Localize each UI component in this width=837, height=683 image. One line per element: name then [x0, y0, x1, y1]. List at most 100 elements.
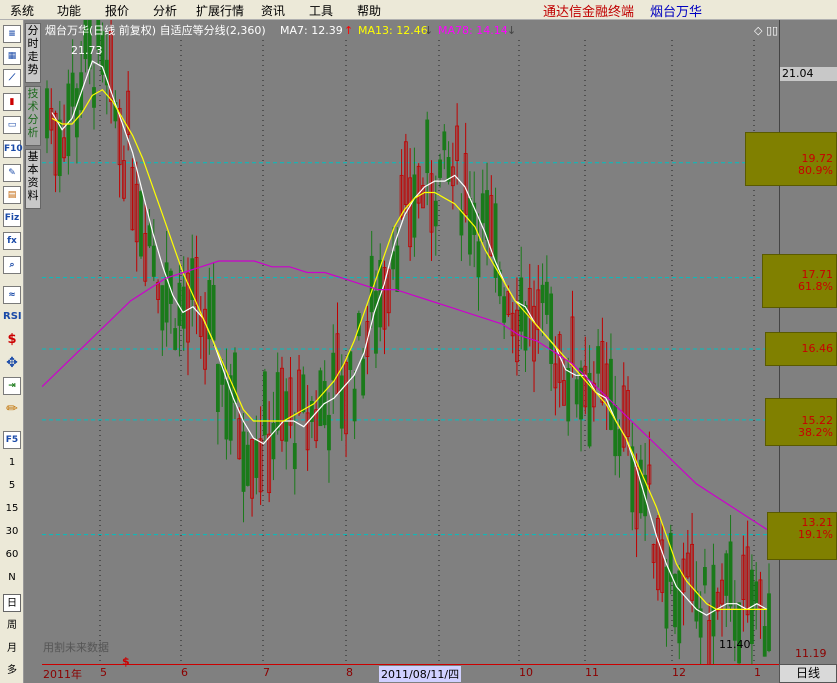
candle-body: [754, 581, 759, 604]
fib-box-38: 15.22 38.2%: [765, 398, 837, 446]
menu-help[interactable]: 帮助: [357, 2, 381, 19]
fib-pct-61: 61.8%: [798, 280, 833, 293]
period-15-button[interactable]: 15: [3, 500, 21, 518]
candle-body: [485, 190, 489, 241]
candle-body: [160, 285, 165, 331]
date-label-11: 11: [585, 666, 599, 679]
candle-body: [331, 352, 336, 381]
tab-technical[interactable]: 技术分析: [25, 86, 41, 146]
candle-body: [566, 368, 571, 422]
date-cursor-label: 2011/08/11/四: [379, 666, 462, 682]
menu-quote[interactable]: 报价: [105, 2, 129, 19]
period-week-button[interactable]: 周: [3, 617, 21, 635]
move-icon[interactable]: ✥: [3, 354, 21, 372]
candle-icon[interactable]: ▮: [3, 93, 21, 111]
zoom-icon[interactable]: ⌕: [3, 256, 21, 274]
ma13-label: MA13: 12.46: [358, 24, 428, 37]
candle-body: [544, 281, 549, 315]
candle-body: [70, 72, 75, 107]
menu-analysis[interactable]: 分析: [153, 2, 177, 19]
date-label-7: 7: [263, 666, 270, 679]
date-label-12: 12: [672, 666, 686, 679]
candle-body: [476, 241, 481, 278]
candle-body: [480, 193, 485, 224]
candle-body: [732, 609, 737, 641]
period-1-button[interactable]: 1: [3, 454, 21, 472]
period-n-button[interactable]: N: [3, 569, 21, 587]
period-label[interactable]: 日线: [779, 664, 837, 683]
rsi-button[interactable]: RSI: [3, 308, 22, 326]
dollar-marker-icon: $: [122, 655, 130, 668]
candle-body: [151, 245, 156, 277]
period-5-button[interactable]: 5: [3, 477, 21, 495]
f5-button[interactable]: F5: [3, 431, 21, 449]
date-label-8: 8: [346, 666, 353, 679]
candle-body: [664, 566, 669, 629]
period-multi-button[interactable]: 多: [3, 662, 21, 680]
candle-body: [181, 286, 186, 329]
fiz-icon[interactable]: Fiz: [3, 209, 21, 227]
candle-body: [412, 174, 417, 238]
candle-body: [502, 296, 507, 323]
export-icon[interactable]: ⇥: [3, 377, 21, 395]
ma7-up-icon: ↑: [344, 24, 353, 37]
menu-tools[interactable]: 工具: [309, 2, 333, 19]
menubar: 系统 功能 报价 分析 扩展行情 资讯 工具 帮助 通达信金融终端 烟台万华: [0, 0, 837, 20]
kline-chart-svg: 烟台万华(日线 前复权) 自适应等分线(2,360) MA7: 12.39 ↑ …: [41, 0, 779, 676]
period-60-button[interactable]: 60: [3, 546, 21, 564]
tab-intraday[interactable]: 分时走势: [25, 23, 41, 83]
period-30-button[interactable]: 30: [3, 523, 21, 541]
f10-icon[interactable]: F10: [3, 140, 23, 158]
candle-body: [284, 391, 289, 442]
candle-body: [301, 374, 306, 413]
candle-body: [339, 375, 344, 429]
candle-body: [698, 608, 703, 638]
candle-body: [352, 388, 357, 422]
calendar-icon[interactable]: ▤: [3, 186, 21, 204]
candle-body: [767, 593, 771, 652]
candle-body: [694, 590, 699, 622]
formula-icon[interactable]: fx: [3, 232, 21, 250]
candle-body: [442, 131, 447, 151]
candle-body: [540, 284, 545, 304]
line-chart-icon[interactable]: ⟋: [3, 69, 21, 87]
tab-fundamental[interactable]: 基本资料: [25, 149, 41, 209]
period-month-button[interactable]: 月: [3, 640, 21, 658]
period-day-button[interactable]: 日: [3, 594, 21, 612]
candle-body: [254, 440, 259, 478]
candle-body: [215, 363, 220, 413]
date-label-6: 6: [181, 666, 188, 679]
diamond-icon[interactable]: ◇: [754, 24, 763, 37]
kline-chart[interactable]: 烟台万华(日线 前复权) 自适应等分线(2,360) MA7: 12.39 ↑ …: [41, 0, 779, 676]
price-top: 21.04: [780, 67, 837, 81]
candle-body: [292, 443, 297, 470]
dollar-icon[interactable]: $: [3, 331, 21, 349]
candle-body: [395, 245, 400, 292]
candle-body: [228, 375, 233, 441]
window-toggle-icon[interactable]: ▯▯: [766, 24, 778, 37]
candle-body: [711, 564, 716, 637]
menu-news[interactable]: 资讯: [261, 2, 285, 19]
menu-function[interactable]: 功能: [57, 2, 81, 19]
date-label-10: 10: [519, 666, 533, 679]
fib-pct-19: 19.1%: [798, 528, 833, 541]
menu-system[interactable]: 系统: [10, 2, 34, 19]
candle-body: [596, 346, 601, 374]
note-icon[interactable]: ✎: [3, 164, 21, 182]
candle-body: [45, 88, 49, 139]
candle-body: [211, 284, 216, 341]
fib-box-61: 17.71 61.8%: [762, 254, 837, 308]
candle-body: [245, 444, 250, 486]
candle-body: [468, 198, 472, 255]
candle-body: [703, 567, 707, 586]
pencil-icon[interactable]: ✏: [3, 400, 21, 418]
candle-body: [728, 541, 733, 607]
menu-extended[interactable]: 扩展行情: [196, 2, 244, 19]
candle-body: [677, 570, 682, 644]
indicator-icon[interactable]: ≈: [3, 286, 21, 304]
candle-body: [425, 119, 430, 174]
quote-list-icon[interactable]: ≡: [3, 25, 21, 43]
window-icon[interactable]: ▭: [3, 116, 21, 134]
grid-icon[interactable]: ▦: [3, 47, 21, 65]
fib-pct-38: 38.2%: [798, 426, 833, 439]
